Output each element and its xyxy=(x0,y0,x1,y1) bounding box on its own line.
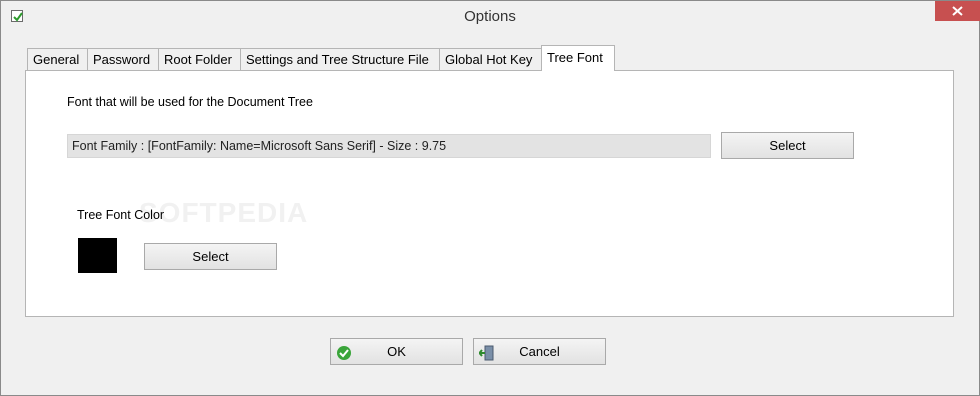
ok-button[interactable]: OK xyxy=(330,338,463,365)
font-description-label: Font that will be used for the Document … xyxy=(67,95,313,109)
window-title: Options xyxy=(464,8,516,25)
tab-general[interactable]: General xyxy=(27,48,88,70)
close-button[interactable] xyxy=(935,1,980,21)
options-window: Options General Password Root Folder Set… xyxy=(0,0,980,396)
select-color-button[interactable]: Select xyxy=(144,243,277,270)
tab-password[interactable]: Password xyxy=(87,48,159,70)
tab-global-hot-key[interactable]: Global Hot Key xyxy=(439,48,542,70)
title-bar: Options xyxy=(1,1,980,32)
close-icon xyxy=(952,6,963,16)
tab-tree-font[interactable]: Tree Font xyxy=(541,45,615,71)
cancel-label: Cancel xyxy=(519,344,560,359)
ok-label: OK xyxy=(387,344,406,359)
tree-font-color-label: Tree Font Color xyxy=(77,208,165,222)
tab-root-folder[interactable]: Root Folder xyxy=(158,48,241,70)
cancel-button[interactable]: Cancel xyxy=(473,338,606,365)
check-circle-icon xyxy=(336,344,352,369)
font-display-field: Font Family : [FontFamily: Name=Microsof… xyxy=(67,134,711,158)
color-swatch xyxy=(78,238,117,273)
tab-settings-tree-structure[interactable]: Settings and Tree Structure File xyxy=(240,48,440,70)
select-font-button[interactable]: Select xyxy=(721,132,854,159)
exit-door-icon xyxy=(478,344,495,369)
watermark: SOFTPEDIA xyxy=(139,197,309,228)
